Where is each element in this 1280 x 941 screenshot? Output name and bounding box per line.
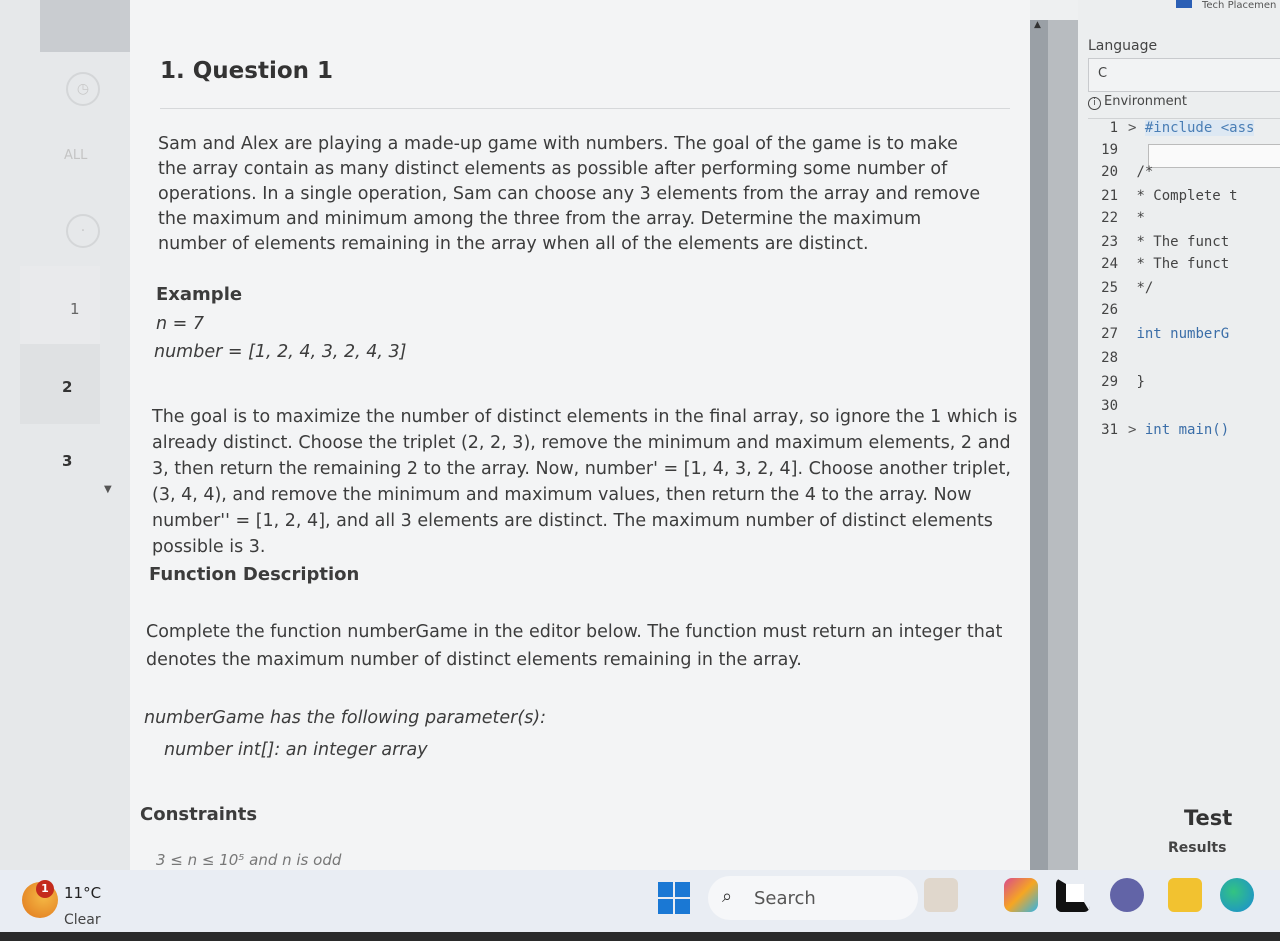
function-description-heading: Function Description xyxy=(149,564,360,585)
question-number: 1 xyxy=(70,300,80,318)
line-number: 25 xyxy=(1101,280,1118,296)
line-number: 28 xyxy=(1101,350,1118,366)
header-text: Tech Placemen xyxy=(1202,0,1277,11)
app-l-icon[interactable] xyxy=(1056,878,1090,912)
code-input-box[interactable] xyxy=(1148,144,1280,168)
line-number: 22 xyxy=(1101,210,1118,226)
parameters-heading: numberGame has the following parameter(s… xyxy=(144,708,547,728)
screen-bezel xyxy=(0,932,1280,941)
example-number: number = [1, 2, 4, 3, 2, 4, 3] xyxy=(154,342,407,362)
line-number: 31 xyxy=(1101,422,1118,438)
code-line[interactable]: 26 xyxy=(1078,302,1128,324)
widgets-app-icon[interactable] xyxy=(924,878,958,912)
parameter-item: number int[]: an integer array xyxy=(164,740,428,760)
taskbar: 1 11°C Clear ⌕ Search xyxy=(0,870,1280,932)
fold-chevron-icon[interactable]: > xyxy=(1128,120,1145,136)
edge-browser-icon[interactable] xyxy=(1220,878,1254,912)
code-text: #include <ass xyxy=(1144,120,1255,136)
code-text: */ xyxy=(1136,280,1154,296)
all-questions-label[interactable]: ALL xyxy=(64,148,87,163)
example-heading: Example xyxy=(156,284,243,305)
divider xyxy=(1088,118,1280,119)
chat-app-icon[interactable] xyxy=(1110,878,1144,912)
store-app-icon[interactable] xyxy=(1004,878,1038,912)
notification-badge: 1 xyxy=(36,880,54,898)
code-line[interactable]: 23 * The funct xyxy=(1078,234,1229,256)
code-line[interactable]: 22 * xyxy=(1078,210,1145,232)
environment-toggle[interactable]: i Environment xyxy=(1088,94,1187,110)
example-explanation: The goal is to maximize the number of di… xyxy=(152,407,1018,557)
constraint-item: 3 ≤ n ≤ 10⁵ and n is odd xyxy=(156,851,342,869)
code-line[interactable]: 28 xyxy=(1078,350,1128,372)
search-placeholder: Search xyxy=(754,888,816,909)
code-text: int numberG xyxy=(1136,326,1230,342)
logo xyxy=(40,0,135,52)
question-nav-item-3[interactable]: 3 xyxy=(20,424,100,504)
line-number: 1 xyxy=(1109,120,1118,136)
code-line[interactable]: 21 * Complete t xyxy=(1078,188,1238,210)
line-number: 26 xyxy=(1101,302,1118,318)
code-text: * Complete t xyxy=(1136,188,1238,204)
question-nav-item-2[interactable]: 2 xyxy=(20,344,100,424)
divider xyxy=(160,108,1010,109)
search-icon: ⌕ xyxy=(722,886,733,907)
history-icon[interactable]: ◷ xyxy=(66,72,100,106)
question-panel: 1. Question 1 Sam and Alex are playing a… xyxy=(130,0,1030,870)
code-line[interactable]: 31 > int main() xyxy=(1078,422,1229,444)
scrollbar[interactable] xyxy=(1030,20,1048,870)
test-label[interactable]: Test xyxy=(1184,806,1232,830)
line-number: 29 xyxy=(1101,374,1118,390)
panel-splitter[interactable]: ▲ ⋮⋮ ▼ xyxy=(1030,20,1096,870)
code-text: int main() xyxy=(1144,422,1230,438)
code-line[interactable]: 20 /* xyxy=(1078,164,1153,186)
file-explorer-icon[interactable] xyxy=(1168,878,1202,912)
windows-start-icon[interactable] xyxy=(658,882,690,914)
environment-label: Environment xyxy=(1104,94,1188,109)
line-number: 24 xyxy=(1101,256,1118,272)
question-nav-item-1[interactable]: 1 xyxy=(20,266,100,346)
constraints-heading: Constraints xyxy=(140,804,258,825)
info-icon: i xyxy=(1088,97,1101,110)
info-icon[interactable]: · xyxy=(66,214,100,248)
fold-chevron-icon[interactable]: > xyxy=(1128,422,1145,438)
code-text: /* xyxy=(1136,164,1154,180)
question-number: 2 xyxy=(62,378,73,396)
code-line[interactable]: 29 } xyxy=(1078,374,1145,396)
temperature: 11°C xyxy=(64,884,102,902)
scroll-up-icon[interactable]: ▲ xyxy=(1034,20,1041,30)
line-number: 19 xyxy=(1101,142,1118,158)
code-line[interactable]: 25 */ xyxy=(1078,280,1153,302)
code-text: } xyxy=(1136,374,1145,390)
code-line[interactable]: 27 int numberG xyxy=(1078,326,1229,348)
question-sidebar: ◷ ALL · 1 2 3 ▼ xyxy=(0,0,135,870)
line-number: 27 xyxy=(1101,326,1118,342)
brand-icon xyxy=(1176,0,1192,8)
browser-screen: ◷ ALL · 1 2 3 ▼ 1. Question 1 Sam and Al… xyxy=(0,0,1280,870)
code-text: * xyxy=(1136,210,1145,226)
results-label[interactable]: Results xyxy=(1168,840,1226,856)
scroll-down-icon[interactable]: ▼ xyxy=(104,484,112,495)
question-title: 1. Question 1 xyxy=(160,58,334,84)
line-number: 21 xyxy=(1101,188,1118,204)
code-line[interactable]: 30 xyxy=(1078,398,1128,420)
code-line[interactable]: 19 xyxy=(1078,142,1128,164)
weather-condition: Clear xyxy=(64,912,101,928)
code-editor-panel: Tech Placemen Language C i Environment 1 >… xyxy=(1078,0,1280,870)
example-n: n = 7 xyxy=(156,314,205,334)
code-line[interactable]: 24 * The funct xyxy=(1078,256,1229,278)
function-description-text: Complete the function numberGame in the … xyxy=(146,622,1003,670)
code-line[interactable]: 1 > #include <ass xyxy=(1078,120,1255,142)
language-select[interactable]: C xyxy=(1088,58,1280,92)
language-label: Language xyxy=(1088,38,1158,54)
question-number: 3 xyxy=(62,452,73,470)
question-intro: Sam and Alex are playing a made-up game … xyxy=(158,134,981,254)
code-text: * The funct xyxy=(1136,234,1230,250)
taskbar-search[interactable]: ⌕ Search xyxy=(708,876,918,920)
line-number: 20 xyxy=(1101,164,1118,180)
code-text: * The funct xyxy=(1136,256,1230,272)
line-number: 30 xyxy=(1101,398,1118,414)
line-number: 23 xyxy=(1101,234,1118,250)
